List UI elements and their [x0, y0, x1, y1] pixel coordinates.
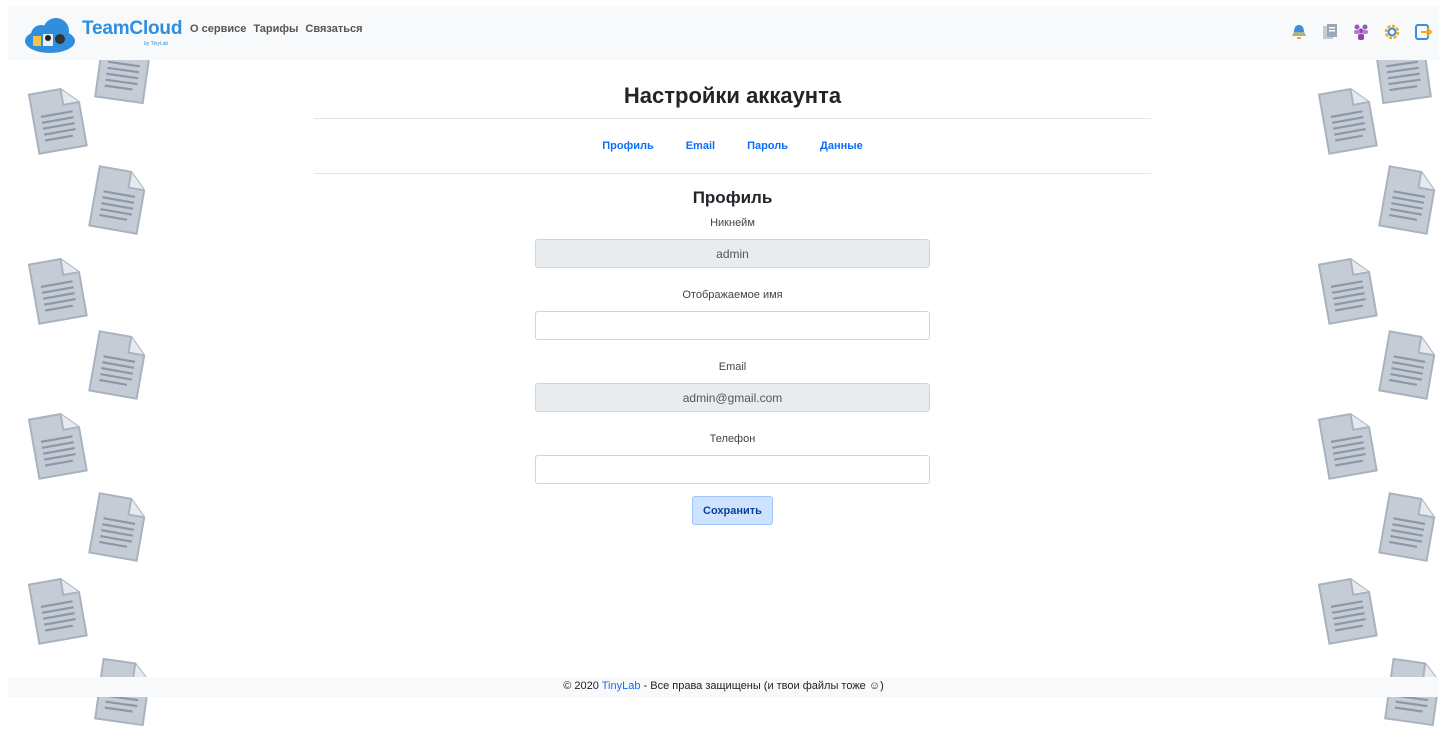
nav-icons	[1289, 22, 1433, 42]
account-settings: Настройки аккаунта Профиль Email Пароль …	[314, 60, 1151, 525]
nav-links: О сервисе Тарифы Связаться	[190, 23, 363, 35]
display-name-field[interactable]	[535, 311, 930, 340]
navbar: TeamCloud by TinyLab О сервисе Тарифы Св…	[8, 6, 1439, 60]
page-title: Настройки аккаунта	[623, 83, 842, 108]
files-icon[interactable]	[1320, 22, 1340, 42]
document-icon	[1315, 84, 1382, 159]
nickname-label: Никнейм	[710, 217, 755, 229]
save-button[interactable]: Сохранить	[692, 496, 773, 525]
document-icon	[25, 84, 92, 159]
document-icon	[1375, 164, 1439, 239]
tab-profile[interactable]: Профиль	[602, 140, 653, 152]
logout-icon[interactable]	[1413, 22, 1433, 42]
footer-link[interactable]: TinyLab	[602, 680, 641, 692]
footer-prefix: © 2020	[563, 680, 602, 692]
email-field	[535, 383, 930, 412]
brand-name: TeamCloud	[82, 18, 183, 39]
phone-field[interactable]	[535, 455, 930, 484]
document-icon	[85, 164, 152, 239]
brand-subtitle: by TinyLab	[144, 41, 169, 47]
document-icon	[25, 254, 92, 329]
document-icon	[25, 409, 92, 484]
bell-icon[interactable]	[1289, 22, 1309, 42]
tab-email[interactable]: Email	[686, 140, 715, 152]
display-name-label: Отображаемое имя	[682, 289, 783, 301]
email-label: Email	[718, 361, 747, 373]
settings-tabs: Профиль Email Пароль Данные	[314, 119, 1151, 173]
tab-password[interactable]: Пароль	[747, 140, 788, 152]
brand-logo[interactable]: TeamCloud by TinyLab	[24, 14, 182, 54]
footer: © 2020 TinyLab - Все права защищены (и т…	[8, 677, 1439, 697]
document-icon	[25, 574, 92, 649]
document-icon	[85, 491, 152, 566]
tab-data[interactable]: Данные	[820, 140, 863, 152]
phone-label: Телефон	[709, 433, 756, 445]
document-icon	[1315, 574, 1382, 649]
document-icon	[85, 329, 152, 404]
divider	[314, 173, 1151, 174]
document-icon	[1315, 254, 1382, 329]
footer-suffix: - Все права защищены (и твои файлы тоже …	[640, 680, 884, 692]
nav-link-about[interactable]: О сервисе	[190, 23, 246, 35]
cloud-logo-icon	[24, 14, 76, 54]
gear-icon[interactable]	[1382, 22, 1402, 42]
nickname-field	[535, 239, 930, 268]
document-icon	[1375, 491, 1439, 566]
nav-link-contact[interactable]: Связаться	[305, 23, 362, 35]
nav-link-pricing[interactable]: Тарифы	[253, 23, 298, 35]
document-icon	[1315, 409, 1382, 484]
users-icon[interactable]	[1351, 22, 1371, 42]
section-title: Профиль	[692, 188, 773, 207]
document-icon	[1375, 329, 1439, 404]
